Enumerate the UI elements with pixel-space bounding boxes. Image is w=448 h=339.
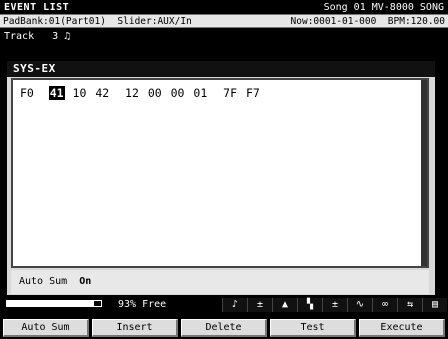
event-filter-icons: ♪ ± ▲ ▚ ± ∿ ∞ ⇆ ▤: [222, 298, 447, 312]
padbank-status: PadBank:01(Part01): [3, 15, 106, 27]
insert-button[interactable]: Insert: [92, 319, 178, 337]
auto-sum-status: Auto Sum On: [11, 270, 429, 294]
auto-sum-label: Auto Sum: [19, 276, 68, 287]
screen-title: EVENT LIST: [4, 1, 70, 13]
bpm-readout: BPM:120.00: [387, 15, 445, 27]
auto-sum-value: On: [79, 276, 92, 287]
bend-filter-icon[interactable]: ∿: [347, 298, 372, 312]
song-title: Song 01 MV-8000 SONG: [323, 1, 444, 13]
title-bar: EVENT LIST Song 01 MV-8000 SONG: [0, 0, 448, 14]
sysex-byte[interactable]: 10: [72, 86, 88, 100]
loop-filter-icon[interactable]: ∞: [372, 298, 397, 312]
sysex-byte[interactable]: 00: [170, 86, 186, 100]
sysex-byte[interactable]: 12: [124, 86, 140, 100]
memory-free-label: 93% Free: [118, 299, 167, 310]
sysex-scrollbar[interactable]: [421, 80, 427, 266]
note-filter-icon[interactable]: ♪: [222, 298, 247, 312]
sysex-byte[interactable]: 42: [94, 86, 110, 100]
sysex-byte[interactable]: F7: [245, 86, 261, 100]
pitch-filter-icon[interactable]: ▚: [297, 298, 322, 312]
footer-bar: 93% Free ♪ ± ▲ ▚ ± ∿ ∞ ⇆ ▤: [0, 297, 448, 317]
function-button-bar: Auto Sum Insert Delete Test Execute: [0, 317, 448, 339]
delete-button[interactable]: Delete: [181, 319, 267, 337]
sysex-byte[interactable]: 01: [192, 86, 208, 100]
test-button[interactable]: Test: [270, 319, 356, 337]
music-note-icon: ♫: [64, 30, 71, 42]
execute-button[interactable]: Execute: [359, 319, 445, 337]
now-position: Now:0001-01-000: [290, 15, 377, 27]
sysex-byte-list: F0 41 10 42 12 00 00 01 7F F7: [19, 86, 261, 100]
track-label: Track: [4, 30, 35, 42]
auto-sum-button[interactable]: Auto Sum: [3, 319, 89, 337]
sysex-byte[interactable]: 7F: [222, 86, 238, 100]
aftertouch-filter-icon[interactable]: ±: [322, 298, 347, 312]
sysex-dialog-title: SYS-EX: [7, 61, 435, 77]
memory-gauge: [6, 300, 102, 307]
sysex-byte-cursor[interactable]: 41: [48, 86, 65, 100]
track-bar: Track 3 ♫: [0, 28, 448, 44]
status-bar: PadBank:01(Part01) Slider:AUX/In Now:000…: [0, 14, 448, 28]
slider-status: Slider:AUX/In: [117, 15, 192, 27]
sysex-edit-area[interactable]: F0 41 10 42 12 00 00 01 7F F7: [11, 78, 429, 268]
sysex-filter-icon[interactable]: ▤: [422, 298, 447, 312]
sysex-byte[interactable]: F0: [19, 86, 35, 100]
control-filter-icon[interactable]: ▲: [272, 298, 297, 312]
velocity-filter-icon[interactable]: ±: [247, 298, 272, 312]
pattern-filter-icon[interactable]: ⇆: [397, 298, 422, 312]
memory-gauge-fill: [7, 301, 95, 306]
sysex-byte[interactable]: 00: [147, 86, 163, 100]
